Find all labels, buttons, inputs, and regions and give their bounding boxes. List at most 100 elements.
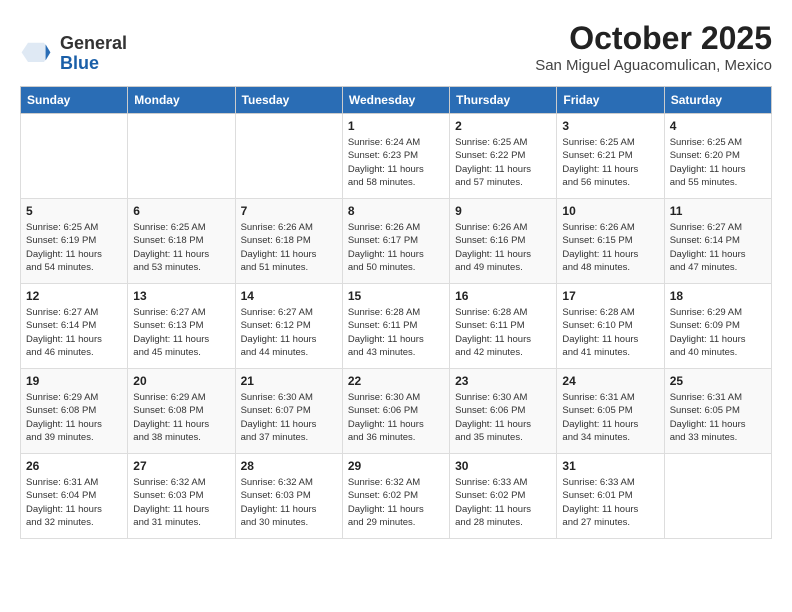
day-number: 31 bbox=[562, 459, 658, 473]
calendar-cell: 23Sunrise: 6:30 AMSunset: 6:06 PMDayligh… bbox=[450, 369, 557, 454]
day-info: Sunrise: 6:25 AMSunset: 6:18 PMDaylight:… bbox=[133, 221, 229, 274]
day-number: 13 bbox=[133, 289, 229, 303]
day-info: Sunrise: 6:29 AMSunset: 6:08 PMDaylight:… bbox=[26, 391, 122, 444]
day-number: 20 bbox=[133, 374, 229, 388]
calendar-cell: 17Sunrise: 6:28 AMSunset: 6:10 PMDayligh… bbox=[557, 284, 664, 369]
calendar-cell: 21 Sunrise: 6:30 AMSunset: 6:07 PMDayligh… bbox=[235, 369, 342, 454]
day-info: Sunrise: 6:33 AMSunset: 6:01 PMDaylight:… bbox=[562, 476, 658, 529]
day-info: Sunrise: 6:25 AMSunset: 6:22 PMDaylight:… bbox=[455, 136, 551, 189]
calendar-week-4: 19 Sunrise: 6:29 AMSunset: 6:08 PMDayligh… bbox=[21, 369, 772, 454]
day-info: Sunrise: 6:27 AMSunset: 6:14 PMDaylight:… bbox=[670, 221, 766, 274]
calendar-cell: 13Sunrise: 6:27 AMSunset: 6:13 PMDayligh… bbox=[128, 284, 235, 369]
day-number: 17 bbox=[562, 289, 658, 303]
calendar-header: SundayMondayTuesdayWednesdayThursdayFrid… bbox=[21, 87, 772, 114]
day-number: 12 bbox=[26, 289, 122, 303]
day-number: 14 bbox=[241, 289, 337, 303]
calendar-cell bbox=[235, 114, 342, 199]
day-number: 21 bbox=[241, 374, 337, 388]
day-info: Sunrise: 6:25 AMSunset: 6:19 PMDaylight:… bbox=[26, 221, 122, 274]
day-number: 9 bbox=[455, 204, 551, 218]
calendar-cell: 15Sunrise: 6:28 AMSunset: 6:11 PMDayligh… bbox=[342, 284, 449, 369]
day-info: Sunrise: 6:30 AMSunset: 6:06 PMDaylight:… bbox=[348, 391, 444, 444]
calendar-cell: 8Sunrise: 6:26 AMSunset: 6:17 PMDaylight… bbox=[342, 199, 449, 284]
day-info: Sunrise: 6:31 AMSunset: 6:05 PMDaylight:… bbox=[670, 391, 766, 444]
day-number: 16 bbox=[455, 289, 551, 303]
logo-blue: Blue bbox=[60, 53, 99, 73]
day-info: Sunrise: 6:26 AMSunset: 6:18 PMDaylight:… bbox=[241, 221, 337, 274]
day-number: 27 bbox=[133, 459, 229, 473]
day-info: Sunrise: 6:25 AMSunset: 6:20 PMDaylight:… bbox=[670, 136, 766, 189]
calendar-week-5: 26 Sunrise: 6:31 AMSunset: 6:04 PMDayligh… bbox=[21, 454, 772, 539]
day-number: 28 bbox=[241, 459, 337, 473]
weekday-header-sunday: Sunday bbox=[21, 87, 128, 114]
calendar-body: 1Sunrise: 6:24 AMSunset: 6:23 PMDaylight… bbox=[21, 114, 772, 539]
day-info: Sunrise: 6:29 AMSunset: 6:09 PMDaylight:… bbox=[670, 306, 766, 359]
location-title: San Miguel Aguacomulican, Mexico bbox=[535, 57, 772, 74]
calendar-cell: 18Sunrise: 6:29 AMSunset: 6:09 PMDayligh… bbox=[664, 284, 771, 369]
day-number: 2 bbox=[455, 119, 551, 133]
day-number: 22 bbox=[348, 374, 444, 388]
calendar-cell: 6 Sunrise: 6:25 AMSunset: 6:18 PMDaylight… bbox=[128, 199, 235, 284]
day-number: 11 bbox=[670, 204, 766, 218]
calendar-cell: 16 Sunrise: 6:28 AMSunset: 6:11 PMDayligh… bbox=[450, 284, 557, 369]
calendar-cell: 4 Sunrise: 6:25 AMSunset: 6:20 PMDaylight… bbox=[664, 114, 771, 199]
calendar-cell: 25Sunrise: 6:31 AMSunset: 6:05 PMDayligh… bbox=[664, 369, 771, 454]
day-number: 26 bbox=[26, 459, 122, 473]
calendar-cell: 24 Sunrise: 6:31 AMSunset: 6:05 PMDayligh… bbox=[557, 369, 664, 454]
day-info: Sunrise: 6:26 AMSunset: 6:17 PMDaylight:… bbox=[348, 221, 444, 274]
calendar-cell: 9Sunrise: 6:26 AMSunset: 6:16 PMDaylight… bbox=[450, 199, 557, 284]
calendar-cell: 10 Sunrise: 6:26 AMSunset: 6:15 PMDayligh… bbox=[557, 199, 664, 284]
title-section: October 2025 San Miguel Aguacomulican, M… bbox=[535, 20, 772, 74]
day-info: Sunrise: 6:27 AMSunset: 6:12 PMDaylight:… bbox=[241, 306, 337, 359]
calendar-cell bbox=[664, 454, 771, 539]
general-blue-icon bbox=[20, 38, 52, 70]
calendar-cell: 30 Sunrise: 6:33 AMSunset: 6:02 PMDayligh… bbox=[450, 454, 557, 539]
day-info: Sunrise: 6:29 AMSunset: 6:08 PMDaylight:… bbox=[133, 391, 229, 444]
logo-general: General bbox=[60, 33, 127, 53]
calendar-cell: 19 Sunrise: 6:29 AMSunset: 6:08 PMDayligh… bbox=[21, 369, 128, 454]
day-info: Sunrise: 6:32 AMSunset: 6:03 PMDaylight:… bbox=[241, 476, 337, 529]
weekday-header-monday: Monday bbox=[128, 87, 235, 114]
day-number: 24 bbox=[562, 374, 658, 388]
calendar-cell bbox=[21, 114, 128, 199]
weekday-header-wednesday: Wednesday bbox=[342, 87, 449, 114]
top-bar: General Blue October 2025 San Miguel Agu… bbox=[20, 20, 772, 78]
month-title: October 2025 bbox=[535, 20, 772, 57]
day-info: Sunrise: 6:30 AMSunset: 6:07 PMDaylight:… bbox=[241, 391, 337, 444]
calendar-table: SundayMondayTuesdayWednesdayThursdayFrid… bbox=[20, 86, 772, 539]
day-number: 30 bbox=[455, 459, 551, 473]
day-info: Sunrise: 6:26 AMSunset: 6:15 PMDaylight:… bbox=[562, 221, 658, 274]
weekday-header-friday: Friday bbox=[557, 87, 664, 114]
day-info: Sunrise: 6:32 AMSunset: 6:02 PMDaylight:… bbox=[348, 476, 444, 529]
calendar-week-3: 12Sunrise: 6:27 AMSunset: 6:14 PMDayligh… bbox=[21, 284, 772, 369]
day-info: Sunrise: 6:30 AMSunset: 6:06 PMDaylight:… bbox=[455, 391, 551, 444]
weekday-header-row: SundayMondayTuesdayWednesdayThursdayFrid… bbox=[21, 87, 772, 114]
day-number: 19 bbox=[26, 374, 122, 388]
calendar-cell: 1Sunrise: 6:24 AMSunset: 6:23 PMDaylight… bbox=[342, 114, 449, 199]
day-number: 7 bbox=[241, 204, 337, 218]
calendar-cell: 2 Sunrise: 6:25 AMSunset: 6:22 PMDaylight… bbox=[450, 114, 557, 199]
calendar-week-2: 5 Sunrise: 6:25 AMSunset: 6:19 PMDaylight… bbox=[21, 199, 772, 284]
weekday-header-thursday: Thursday bbox=[450, 87, 557, 114]
calendar-cell bbox=[128, 114, 235, 199]
day-info: Sunrise: 6:28 AMSunset: 6:11 PMDaylight:… bbox=[455, 306, 551, 359]
calendar-cell: 27Sunrise: 6:32 AMSunset: 6:03 PMDayligh… bbox=[128, 454, 235, 539]
calendar-cell: 26 Sunrise: 6:31 AMSunset: 6:04 PMDayligh… bbox=[21, 454, 128, 539]
day-info: Sunrise: 6:24 AMSunset: 6:23 PMDaylight:… bbox=[348, 136, 444, 189]
day-info: Sunrise: 6:31 AMSunset: 6:05 PMDaylight:… bbox=[562, 391, 658, 444]
day-number: 6 bbox=[133, 204, 229, 218]
day-info: Sunrise: 6:31 AMSunset: 6:04 PMDaylight:… bbox=[26, 476, 122, 529]
day-info: Sunrise: 6:33 AMSunset: 6:02 PMDaylight:… bbox=[455, 476, 551, 529]
logo: General Blue bbox=[20, 34, 127, 74]
day-number: 10 bbox=[562, 204, 658, 218]
day-number: 5 bbox=[26, 204, 122, 218]
calendar-week-1: 1Sunrise: 6:24 AMSunset: 6:23 PMDaylight… bbox=[21, 114, 772, 199]
calendar-cell: 3 Sunrise: 6:25 AMSunset: 6:21 PMDaylight… bbox=[557, 114, 664, 199]
calendar-cell: 28 Sunrise: 6:32 AMSunset: 6:03 PMDayligh… bbox=[235, 454, 342, 539]
day-number: 4 bbox=[670, 119, 766, 133]
calendar-cell: 14 Sunrise: 6:27 AMSunset: 6:12 PMDayligh… bbox=[235, 284, 342, 369]
calendar-cell: 7 Sunrise: 6:26 AMSunset: 6:18 PMDaylight… bbox=[235, 199, 342, 284]
day-number: 3 bbox=[562, 119, 658, 133]
calendar-cell: 11 Sunrise: 6:27 AMSunset: 6:14 PMDayligh… bbox=[664, 199, 771, 284]
day-info: Sunrise: 6:25 AMSunset: 6:21 PMDaylight:… bbox=[562, 136, 658, 189]
